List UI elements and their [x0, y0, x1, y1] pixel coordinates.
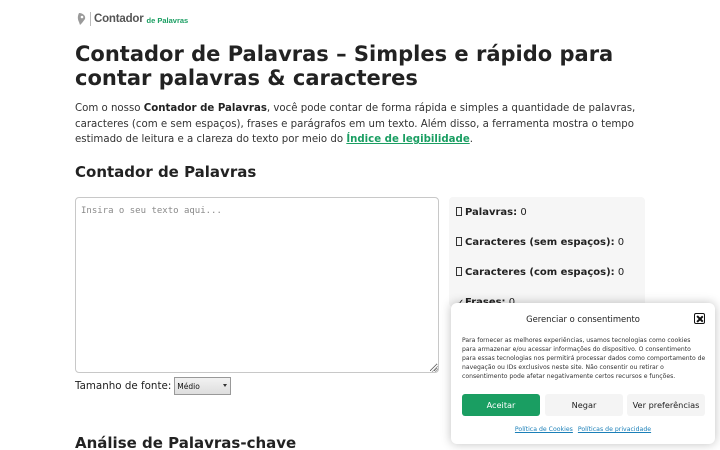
stat-chars-with-spaces: Caracteres (com espaços): 0 — [456, 267, 624, 278]
logo-divider — [90, 12, 91, 26]
deny-button[interactable]: Negar — [545, 394, 623, 416]
logo-subtext: de Palavras — [146, 15, 189, 25]
consent-links: Política de Cookies Políticas de privaci… — [451, 426, 715, 433]
stat-label: Palavras: — [465, 207, 518, 218]
stat-words: Palavras: 0 — [456, 207, 527, 218]
stat-value: 0 — [617, 237, 625, 248]
intro-text: Com o nosso — [75, 103, 144, 114]
keywords-section-title: Análise de Palavras-chave — [75, 434, 297, 450]
cookie-consent-dialog: Gerenciar o consentimento Para fornecer … — [451, 303, 715, 444]
resize-handle-icon[interactable] — [431, 365, 438, 372]
counter-section-title: Contador de Palavras — [75, 163, 257, 181]
stat-icon — [456, 207, 462, 216]
logo-pen-icon — [77, 12, 87, 26]
stat-chars-no-spaces: Caracteres (sem espaços): 0 — [456, 237, 624, 248]
intro-bold: Contador de Palavras — [143, 103, 267, 114]
font-size-selected: Médio — [177, 381, 200, 391]
stat-label: Caracteres (com espaços): — [465, 267, 615, 278]
stats-panel: Palavras: 0 Caracteres (sem espaços): 0 … — [449, 197, 645, 307]
consent-body: Para fornecer as melhores experiências, … — [462, 337, 706, 381]
cookie-policy-link[interactable]: Política de Cookies — [515, 426, 573, 433]
stat-value: 0 — [617, 267, 625, 278]
privacy-policy-link[interactable]: Políticas de privacidade — [578, 426, 651, 433]
chevron-down-icon — [223, 384, 228, 387]
stat-icon — [456, 237, 462, 246]
stat-value: 0 — [520, 207, 527, 218]
font-size-label: Tamanho de fonte: — [75, 380, 172, 392]
close-icon[interactable] — [694, 313, 705, 324]
consent-title: Gerenciar o consentimento — [526, 314, 640, 324]
stat-icon — [456, 267, 462, 276]
stat-label: Caracteres (sem espaços): — [465, 237, 615, 248]
text-input[interactable] — [75, 197, 439, 373]
accept-button[interactable]: Aceitar — [462, 394, 540, 416]
readability-index-link[interactable]: Índice de legibilidade — [346, 134, 469, 145]
intro-paragraph: Com o nosso Contador de Palavras, você p… — [75, 101, 650, 148]
intro-text: . — [469, 134, 473, 146]
logo-text: Contador — [94, 13, 144, 25]
page-title: Contador de Palavras – Simples e rápido … — [75, 42, 614, 90]
font-size-select[interactable]: Médio — [174, 377, 232, 395]
font-size-row: Tamanho de fonte: Médio — [75, 377, 232, 395]
preferences-button[interactable]: Ver preferências — [627, 394, 705, 416]
site-logo[interactable]: Contador de Palavras — [77, 11, 188, 27]
